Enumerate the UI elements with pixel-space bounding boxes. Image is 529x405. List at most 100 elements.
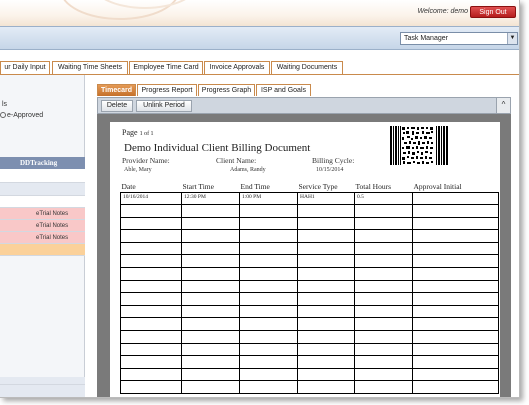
- table-cell: [412, 191, 499, 206]
- tab-isp-goals[interactable]: ISP and Goals: [256, 84, 311, 96]
- table-cell: [120, 355, 182, 369]
- table-row: [120, 304, 499, 319]
- table-cell: [354, 304, 413, 319]
- table-cell: [354, 292, 413, 306]
- list-item[interactable]: eTrial Notes: [0, 220, 85, 232]
- billing-cycle-value: 10/15/2014: [316, 167, 344, 173]
- list-item[interactable]: eTrial Notes: [0, 232, 85, 244]
- column-header: Service Type: [297, 182, 355, 193]
- table-cell: [120, 342, 182, 357]
- table-cell: [239, 216, 298, 231]
- table-cell: [181, 216, 240, 231]
- table-cell: [181, 304, 240, 319]
- tab-waiting-documents[interactable]: Waiting Documents: [271, 61, 343, 74]
- table-cell: [412, 342, 499, 357]
- table-cell: [181, 342, 240, 357]
- table-body: 10/16/2014 12:30 PM 1:00 PM HAH1 0.5: [120, 191, 499, 394]
- tab-progress-graph[interactable]: Progress Graph: [198, 84, 255, 96]
- table-cell: [239, 267, 298, 281]
- table-cell: [412, 254, 499, 269]
- table-row: [120, 355, 499, 369]
- table-cell: [297, 229, 355, 243]
- page-label: Page: [122, 128, 138, 137]
- page-count: 1 of 1: [139, 131, 154, 137]
- table-cell: [297, 216, 355, 231]
- tab-invoice-approvals[interactable]: Invoice Approvals: [204, 61, 270, 74]
- radio-button[interactable]: [0, 112, 6, 119]
- tab-employee-time-card[interactable]: Employee Time Card: [129, 61, 203, 74]
- table-row: [120, 216, 499, 231]
- table-cell: [181, 317, 240, 332]
- task-select-value: Task Manager: [404, 35, 448, 42]
- billing-table: Date Start Time End Time Service Type To…: [120, 182, 499, 394]
- tab-daily-input[interactable]: ur Daily Input: [0, 61, 50, 74]
- tab-waiting-time-sheets[interactable]: Waiting Time Sheets: [52, 61, 128, 74]
- list-item: [0, 377, 85, 385]
- table-cell: [412, 267, 499, 281]
- trial-notes-link[interactable]: eTrial Notes: [36, 211, 68, 217]
- table-cell: [181, 367, 240, 382]
- table-cell: [412, 367, 499, 382]
- list-item: [0, 196, 85, 208]
- table-row: [120, 204, 499, 218]
- table-cell: [239, 204, 298, 218]
- table-row: [120, 267, 499, 281]
- delete-button[interactable]: Delete: [101, 100, 133, 112]
- table-cell: [120, 229, 182, 243]
- table-cell: [120, 279, 182, 294]
- table-cell: [354, 241, 413, 256]
- unlink-period-button[interactable]: Unlink Period: [136, 100, 192, 112]
- table-cell: [120, 330, 182, 344]
- table-cell: [354, 330, 413, 344]
- list-item: [0, 183, 85, 196]
- table-cell: [120, 267, 182, 281]
- table-cell: [181, 204, 240, 218]
- table-cell: [239, 279, 298, 294]
- tab-timecard[interactable]: Timecard: [97, 84, 136, 96]
- billing-cycle-label: Billing Cycle:: [312, 156, 355, 165]
- table-row: [120, 317, 499, 332]
- table-cell: [297, 292, 355, 306]
- table-row: [120, 279, 499, 294]
- table-cell: [354, 355, 413, 369]
- table-row: [120, 241, 499, 256]
- column-header: Start Time: [181, 182, 240, 193]
- table-cell: HAH1: [297, 191, 355, 206]
- chevron-down-icon[interactable]: ▼: [507, 33, 517, 44]
- table-cell: [412, 292, 499, 306]
- list-item: [0, 385, 85, 397]
- approved-label: e-Approved: [7, 112, 44, 119]
- table-row: [120, 229, 499, 243]
- table-cell: [354, 267, 413, 281]
- table-cell: [239, 330, 298, 344]
- page-indicator: Page 1 of 1: [122, 128, 154, 137]
- scroll-up-icon[interactable]: ^: [496, 98, 510, 113]
- trial-notes-link[interactable]: eTrial Notes: [36, 235, 68, 241]
- table-cell: [297, 317, 355, 332]
- task-select[interactable]: Task Manager ▼: [400, 32, 518, 45]
- table-row: [120, 330, 499, 344]
- table-cell: [412, 355, 499, 369]
- approved-option[interactable]: e-Approved: [0, 112, 43, 119]
- list-item[interactable]: eTrial Notes: [0, 208, 85, 220]
- table-cell: [239, 304, 298, 319]
- table-row: [120, 342, 499, 357]
- table-cell: [239, 317, 298, 332]
- table-cell: [354, 229, 413, 243]
- grid-header: DDTracking: [0, 157, 85, 169]
- table-cell: [239, 367, 298, 382]
- table-cell: [120, 241, 182, 256]
- column-header: Date: [120, 182, 182, 193]
- tab-progress-report[interactable]: Progress Report: [137, 84, 197, 96]
- list-item[interactable]: [0, 244, 85, 256]
- table-cell: [239, 292, 298, 306]
- table-cell: [412, 380, 499, 394]
- table-cell: [354, 317, 413, 332]
- table-cell: [297, 304, 355, 319]
- left-label: ls: [2, 101, 8, 108]
- client-label: Client Name:: [216, 156, 257, 165]
- trial-notes-link[interactable]: eTrial Notes: [36, 223, 68, 229]
- table-cell: [354, 204, 413, 218]
- table-cell: [297, 330, 355, 344]
- sign-out-button[interactable]: Sign Out: [470, 6, 516, 18]
